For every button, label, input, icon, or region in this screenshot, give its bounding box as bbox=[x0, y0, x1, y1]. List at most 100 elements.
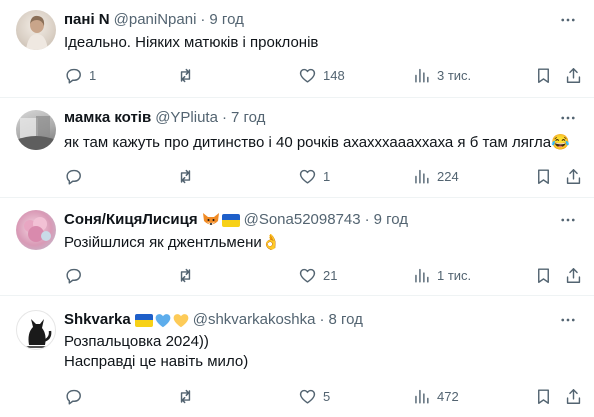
share-button[interactable] bbox=[564, 386, 583, 406]
avatar[interactable] bbox=[16, 10, 56, 50]
heart-icon bbox=[299, 389, 316, 404]
ukraine-flag-icon bbox=[221, 213, 240, 227]
tweet[interactable]: мамка котів @YPliuta · 7 год як там кажу… bbox=[0, 98, 594, 198]
avatar-image bbox=[16, 116, 56, 150]
retweet-icon bbox=[180, 389, 191, 403]
display-name[interactable]: мамка котів bbox=[64, 108, 151, 128]
timestamp[interactable]: 7 год bbox=[231, 108, 265, 128]
tweet-text: Ідеально. Ніяких матюків і проклонів bbox=[64, 33, 570, 53]
reply-icon bbox=[66, 389, 81, 405]
more-options-icon[interactable] bbox=[558, 108, 578, 128]
share-icon bbox=[566, 267, 581, 283]
views-count: 224 bbox=[437, 168, 459, 184]
share-button[interactable] bbox=[564, 265, 583, 285]
avatar[interactable] bbox=[16, 210, 56, 250]
tweet-text-line: як там кажуть про дитинство і 40 рочків … bbox=[64, 134, 570, 151]
heart-icon bbox=[299, 68, 316, 83]
blue-heart-icon bbox=[155, 313, 171, 327]
display-name[interactable]: Shkvarka bbox=[64, 310, 131, 330]
tweet-text-line: Розійшлися як джентльмени👌 bbox=[64, 234, 281, 251]
display-name[interactable]: Соня/КицяЛисиця bbox=[64, 210, 198, 230]
name-emoji-group bbox=[202, 212, 240, 228]
tweet[interactable]: пані N @paniNpani · 9 год Ідеально. Ніяк… bbox=[0, 0, 594, 98]
more-options-icon[interactable] bbox=[558, 310, 578, 330]
heart-icon bbox=[299, 169, 316, 184]
username[interactable]: @paniNpani bbox=[114, 10, 197, 30]
bookmark-button[interactable] bbox=[534, 265, 553, 285]
retweet-icon bbox=[180, 68, 191, 82]
views-button[interactable]: 3 тис. bbox=[412, 65, 471, 85]
name-emoji-group bbox=[134, 313, 189, 328]
display-name[interactable]: пані N bbox=[64, 10, 110, 30]
tweet-text: Розійшлися як джентльмени👌 bbox=[64, 233, 570, 253]
avatar[interactable] bbox=[16, 310, 56, 350]
views-count: 3 тис. bbox=[437, 67, 472, 83]
views-icon bbox=[415, 268, 429, 283]
like-count: 21 bbox=[323, 267, 338, 283]
share-button[interactable] bbox=[564, 166, 583, 186]
timestamp[interactable]: 8 год bbox=[329, 310, 363, 330]
action-bar: 1 224 bbox=[64, 166, 582, 186]
retweet-button[interactable] bbox=[176, 65, 201, 85]
avatar-image bbox=[24, 217, 51, 242]
views-icon bbox=[415, 68, 429, 83]
retweet-button[interactable] bbox=[176, 386, 201, 406]
reply-button[interactable] bbox=[64, 265, 89, 285]
action-bar: 21 1 тис. bbox=[64, 265, 582, 285]
username[interactable]: @shkvarkakoshka bbox=[193, 310, 316, 330]
bookmark-icon bbox=[538, 67, 549, 83]
tweet-text-line: Насправді це навіть мило) bbox=[64, 353, 249, 370]
views-count: 472 bbox=[437, 388, 459, 404]
like-button[interactable]: 5 bbox=[298, 386, 330, 406]
bookmark-button[interactable] bbox=[534, 65, 553, 85]
tweet[interactable]: Соня/КицяЛисиця @Sona52098743 · 9 год Ро… bbox=[0, 198, 594, 296]
avatar[interactable] bbox=[16, 110, 56, 150]
tweet-header: Shkvarka @shkvarkakoshka · 8 год bbox=[64, 310, 550, 330]
views-button[interactable]: 224 bbox=[412, 166, 459, 186]
like-button[interactable]: 148 bbox=[298, 65, 345, 85]
timestamp[interactable]: 9 год bbox=[209, 10, 243, 30]
like-button[interactable]: 21 bbox=[298, 265, 337, 285]
bookmark-icon bbox=[538, 388, 549, 404]
more-options-icon[interactable] bbox=[558, 210, 578, 230]
share-icon bbox=[566, 168, 581, 184]
tweet-header: пані N @paniNpani · 9 год bbox=[64, 10, 550, 30]
action-bar: 1 148 3 тис. bbox=[64, 65, 582, 85]
more-options-icon[interactable] bbox=[558, 10, 578, 30]
like-button[interactable]: 1 bbox=[298, 166, 330, 186]
share-button[interactable] bbox=[564, 65, 583, 85]
reply-count: 1 bbox=[89, 67, 97, 83]
separator-dot: · bbox=[319, 311, 325, 328]
bookmark-button[interactable] bbox=[534, 386, 553, 406]
retweet-button[interactable] bbox=[176, 265, 201, 285]
like-count: 148 bbox=[323, 67, 345, 83]
tweet-text-line: Ідеально. Ніяких матюків і проклонів bbox=[64, 34, 319, 51]
tweet-header: мамка котів @YPliuta · 7 год bbox=[64, 108, 550, 128]
reply-icon bbox=[66, 68, 81, 84]
separator-dot: · bbox=[221, 109, 227, 126]
bookmark-icon bbox=[538, 168, 549, 184]
reply-button[interactable]: 1 bbox=[64, 65, 96, 85]
username[interactable]: @YPliuta bbox=[155, 108, 218, 128]
separator-dot: · bbox=[364, 211, 370, 228]
fox-icon bbox=[202, 213, 219, 225]
retweet-button[interactable] bbox=[176, 166, 201, 186]
retweet-icon bbox=[180, 268, 191, 282]
reply-icon bbox=[66, 268, 81, 284]
reply-button[interactable] bbox=[64, 166, 89, 186]
share-icon bbox=[566, 388, 581, 404]
yellow-heart-icon bbox=[173, 313, 189, 327]
like-count: 1 bbox=[323, 168, 331, 184]
reply-button[interactable] bbox=[64, 386, 89, 406]
timestamp[interactable]: 9 год bbox=[374, 210, 408, 230]
username[interactable]: @Sona52098743 bbox=[244, 210, 361, 230]
share-icon bbox=[566, 67, 581, 83]
ukraine-flag-icon bbox=[134, 313, 153, 327]
views-button[interactable]: 1 тис. bbox=[412, 265, 471, 285]
bookmark-button[interactable] bbox=[534, 166, 553, 186]
tweet-text: Розпальцовка 2024)) Насправді це навіть … bbox=[64, 332, 570, 372]
tweet[interactable]: Shkvarka @shkvarkakoshka · 8 год Розпаль… bbox=[0, 296, 594, 417]
bookmark-icon bbox=[538, 267, 549, 283]
views-button[interactable]: 472 bbox=[412, 386, 459, 406]
reply-icon bbox=[66, 169, 81, 185]
